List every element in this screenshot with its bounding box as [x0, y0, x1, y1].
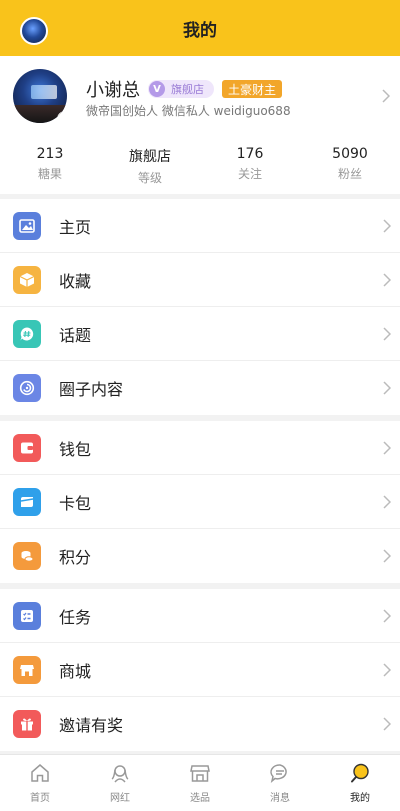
stat-candy[interactable]: 213 糖果 [0, 146, 100, 186]
page-title: 我的 [183, 20, 217, 41]
profile-icon [320, 762, 400, 786]
menu-label: 积分 [59, 548, 92, 567]
menu-label: 主页 [59, 217, 92, 237]
profile-card[interactable]: 小谢总 V 旗舰店 土豪财主 微帝国创始人 微信私人 weidiguo688 2… [0, 56, 400, 194]
tab-influencer[interactable]: 网红 [80, 755, 160, 811]
chevron-right-icon [383, 548, 392, 567]
chevron-right-icon [383, 662, 392, 681]
stat-value: 5090 [332, 146, 368, 162]
stat-label: 关注 [237, 167, 262, 181]
tab-label: 选品 [190, 793, 210, 804]
chevron-right-icon [383, 716, 392, 735]
wallet-icon [13, 434, 41, 462]
menu-item-tasks[interactable]: 任务 [0, 589, 400, 643]
profile-bio: 微帝国创始人 微信私人 weidiguo688 [86, 104, 291, 118]
stat-value: 213 [36, 146, 64, 162]
message-icon [240, 762, 320, 786]
menu-label: 商城 [59, 661, 92, 681]
tab-products[interactable]: 选品 [160, 755, 240, 811]
box-icon [13, 266, 41, 294]
menu-label: 邀请有奖 [59, 716, 124, 735]
image-icon [13, 212, 41, 240]
name-row: 小谢总 V 旗舰店 土豪财主 [86, 76, 283, 102]
stat-label: 粉丝 [337, 167, 362, 181]
rank-tag: 土豪财主 [222, 80, 283, 98]
menu-item-card-pack[interactable]: 卡包 [0, 475, 400, 529]
home-icon [0, 762, 80, 786]
circle-swirl-icon [13, 374, 41, 402]
menu-item-topics[interactable]: 话题 [0, 307, 400, 361]
menu-group-content: 主页 收藏 话题 圈子内容 [0, 199, 400, 415]
shop-icon [160, 762, 240, 786]
hashtag-chat-icon [13, 320, 41, 348]
menu-label: 卡包 [59, 493, 92, 513]
menu-item-circle-content[interactable]: 圈子内容 [0, 361, 400, 415]
menu-label: 话题 [59, 325, 92, 345]
menu-group-activities: 任务 商城 邀请有奖 [0, 589, 400, 751]
header-avatar[interactable] [20, 17, 48, 45]
bottom-tab-bar: 首页 网红 选品 消息 我的 [0, 754, 400, 811]
profile-name: 小谢总 [86, 80, 140, 101]
stat-following[interactable]: 176 关注 [200, 146, 300, 186]
avatar-image-detail [31, 85, 57, 99]
chevron-right-icon [383, 272, 392, 291]
tab-label: 消息 [270, 793, 290, 804]
stat-label: 等级 [137, 171, 162, 185]
menu-group-finance: 钱包 卡包 积分 [0, 421, 400, 583]
chevron-right-icon [383, 494, 392, 513]
chevron-right-icon [383, 608, 392, 627]
menu-label: 圈子内容 [59, 380, 124, 399]
chevron-right-icon [383, 218, 392, 237]
stat-value: 176 [236, 146, 264, 162]
chevron-right-icon[interactable] [382, 88, 391, 107]
store-icon [13, 656, 41, 684]
stat-value: 旗舰店 [129, 149, 171, 165]
coins-icon [13, 542, 41, 570]
menu-item-invite-reward[interactable]: 邀请有奖 [0, 697, 400, 751]
chevron-right-icon [383, 380, 392, 399]
stats-row: 213 糖果 旗舰店 等级 176 关注 5090 粉丝 [0, 146, 400, 186]
influencer-icon [80, 762, 160, 786]
menu-item-wallet[interactable]: 钱包 [0, 421, 400, 475]
stat-level[interactable]: 旗舰店 等级 [100, 146, 200, 186]
stat-label: 糖果 [37, 167, 62, 181]
chevron-right-icon [383, 440, 392, 459]
menu-label: 任务 [59, 607, 92, 627]
stat-fans[interactable]: 5090 粉丝 [300, 146, 400, 186]
tab-profile[interactable]: 我的 [320, 755, 400, 811]
menu-item-homepage[interactable]: 主页 [0, 199, 400, 253]
tab-label: 我的 [350, 793, 370, 804]
menu-item-points[interactable]: 积分 [0, 529, 400, 583]
task-list-icon [13, 602, 41, 630]
verified-icon: V [149, 81, 165, 97]
store-level-label: 旗舰店 [171, 83, 204, 96]
card-icon [13, 488, 41, 516]
tab-label: 首页 [30, 793, 50, 804]
menu-item-mall[interactable]: 商城 [0, 643, 400, 697]
menu-item-favorites[interactable]: 收藏 [0, 253, 400, 307]
avatar[interactable] [13, 69, 67, 123]
store-level-tag: V 旗舰店 [148, 80, 214, 98]
menu-label: 钱包 [59, 439, 92, 459]
avatar-badge-icon [57, 111, 67, 123]
top-bar: 我的 [0, 0, 400, 56]
tab-label: 网红 [110, 793, 130, 804]
menu-label: 收藏 [59, 271, 92, 291]
chevron-right-icon [383, 326, 392, 345]
gift-icon [13, 710, 41, 738]
tab-messages[interactable]: 消息 [240, 755, 320, 811]
tab-home[interactable]: 首页 [0, 755, 80, 811]
